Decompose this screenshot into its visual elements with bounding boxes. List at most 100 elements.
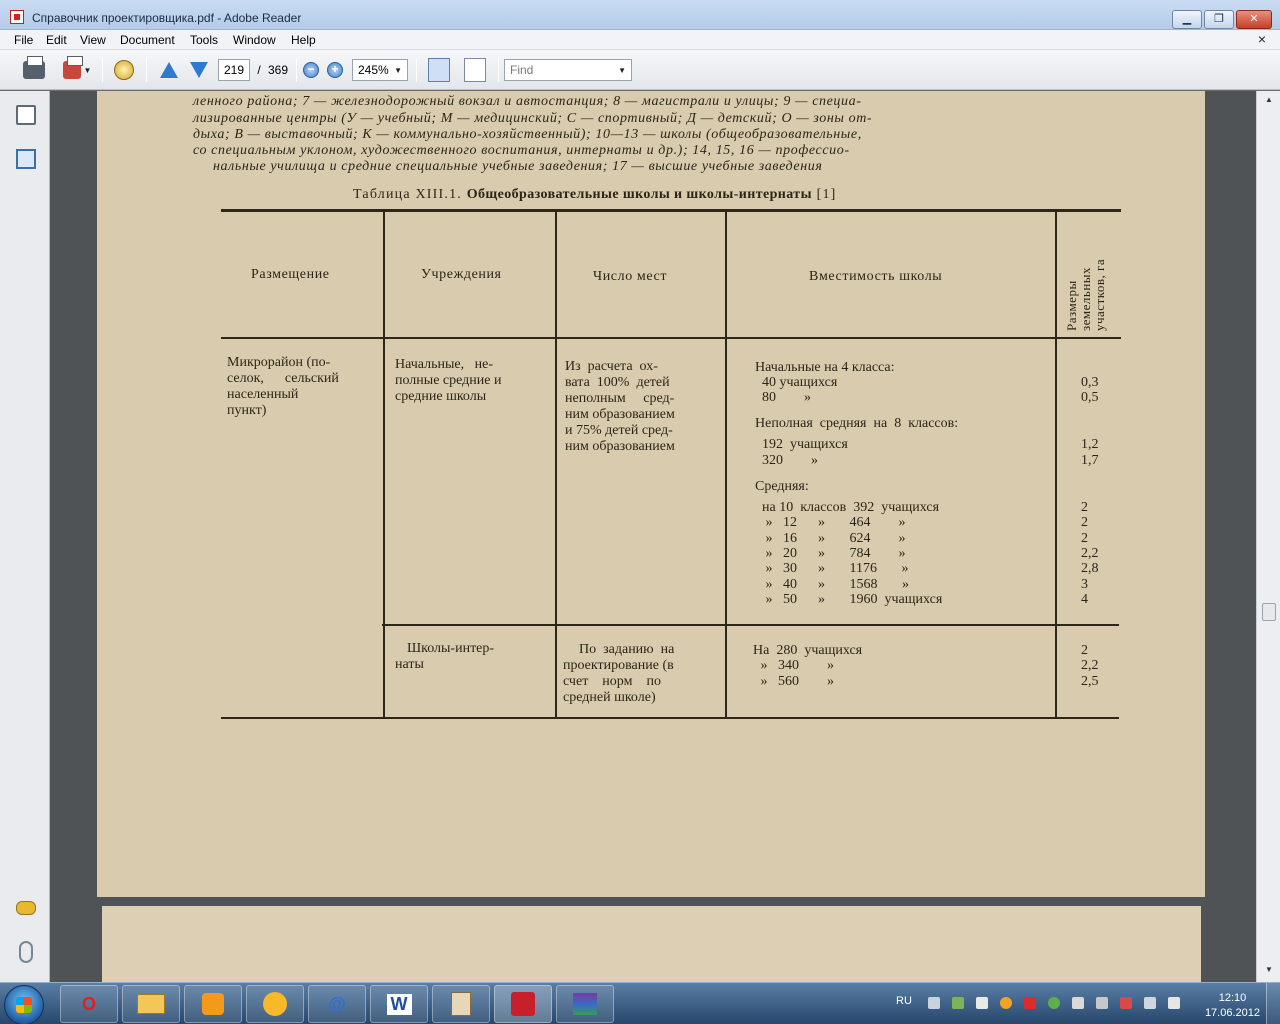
find-input[interactable]: Find ▼ [504, 59, 632, 81]
scroll-up-icon[interactable]: ▲ [1261, 93, 1277, 107]
capacity-line: на 10 классов 392 учащихся [755, 500, 940, 515]
capacity-line: » 12 » 464 » [755, 515, 906, 530]
page-number-input[interactable]: 219 [218, 59, 250, 81]
menu-edit[interactable]: Edit [46, 33, 67, 47]
placement-line: пункт) [227, 403, 267, 418]
taskbar-adobe-reader[interactable] [494, 985, 552, 1023]
scroll-down-icon[interactable]: ▼ [1261, 963, 1277, 977]
comments-icon[interactable] [16, 901, 36, 915]
attachments-icon[interactable] [19, 941, 33, 963]
toolbar-separator [498, 58, 499, 82]
previous-page-button[interactable] [156, 57, 182, 83]
taskbar-word[interactable]: W [370, 985, 428, 1023]
table-column-line [1055, 211, 1057, 718]
volume-icon[interactable] [1168, 997, 1180, 1009]
tray-icon[interactable] [1024, 997, 1036, 1009]
menu-document[interactable]: Document [120, 33, 175, 47]
menu-bar: File Edit View Document Tools Window Hel… [0, 30, 1280, 50]
pdf-page: ленного района; 7 — железнодорожный вокз… [97, 91, 1205, 897]
archive-icon [573, 993, 597, 1015]
header-placement: Размещение [251, 267, 330, 282]
table-reference: [1] [816, 187, 837, 202]
minimize-button[interactable]: ▁ [1172, 10, 1202, 29]
taskbar-icq[interactable] [246, 985, 304, 1023]
taskbar-game[interactable] [432, 985, 490, 1023]
scrolling-mode-button[interactable] [424, 57, 454, 83]
maximize-button[interactable]: ❐ [1204, 10, 1234, 29]
places-line: проектирование (в [563, 658, 674, 673]
menu-file[interactable]: File [14, 33, 33, 47]
header-places: Число мест [593, 269, 668, 284]
start-button[interactable] [4, 985, 44, 1024]
document-close-icon[interactable]: × [1258, 31, 1266, 47]
close-button[interactable]: ✕ [1236, 10, 1272, 29]
taskbar-opera[interactable]: O [60, 985, 118, 1023]
pages-icon[interactable] [16, 105, 36, 125]
area-value: 1,2 [1081, 437, 1099, 452]
navigation-panel [0, 91, 50, 982]
clock[interactable]: 12:10 17.06.2012 [1205, 991, 1260, 1021]
menu-help[interactable]: Help [291, 33, 316, 47]
capacity-line: » 20 » 784 » [755, 546, 906, 561]
scroll-thumb[interactable] [1262, 603, 1276, 621]
zoom-select[interactable]: 245% ▼ [352, 59, 408, 81]
zoom-out-icon: − [303, 62, 319, 78]
area-value: 0,5 [1081, 390, 1099, 405]
caption-line: дыха; В — выставочный; К — коммунально-х… [193, 127, 862, 142]
places-line: Из расчета ох- [565, 359, 658, 374]
caption-line: ленного района; 7 — железнодорожный вокз… [193, 94, 862, 109]
menu-tools[interactable]: Tools [190, 33, 218, 47]
table-column-line [555, 211, 557, 718]
places-line: средней школе) [563, 690, 656, 705]
document-view[interactable]: ленного района; 7 — железнодорожный вокз… [50, 91, 1256, 982]
language-indicator[interactable]: RU [896, 995, 912, 1007]
zoom-out-button[interactable]: − [302, 57, 320, 83]
next-page-button[interactable] [186, 57, 212, 83]
area-value: 0,3 [1081, 375, 1099, 390]
institution-line: наты [395, 657, 424, 672]
capacity-line: » 50 » 1960 учащихся [755, 592, 943, 607]
taskbar-mail[interactable]: @ [308, 985, 366, 1023]
caption-line: со специальным уклоном, художественного … [193, 143, 850, 158]
flag-icon[interactable] [1144, 997, 1156, 1009]
fit-page-button[interactable] [460, 57, 490, 83]
places-line: ним образованием [565, 439, 675, 454]
institution-line: средние школы [395, 389, 487, 404]
tray-icon[interactable] [928, 997, 940, 1009]
table-column-line [725, 211, 727, 718]
acrobat-tools-icon [62, 56, 83, 79]
tray-icon[interactable] [952, 997, 964, 1009]
printer-icon [23, 56, 45, 79]
taskbar-media-player[interactable] [184, 985, 242, 1023]
create-pdf-button[interactable]: ▼ [58, 56, 96, 83]
tray-icon[interactable] [976, 997, 988, 1009]
bookmarks-icon[interactable] [16, 149, 36, 169]
print-button[interactable] [20, 56, 48, 83]
taskbar-explorer[interactable] [122, 985, 180, 1023]
tray-icon[interactable] [1072, 997, 1084, 1009]
tray-icon[interactable] [1096, 997, 1108, 1009]
table-top-border [221, 209, 1121, 212]
placement-line: населенный [227, 387, 299, 402]
collaborate-button[interactable] [110, 57, 138, 83]
capacity-line: На 280 учащихся [753, 643, 863, 658]
capacity-line: » 16 » 624 » [755, 531, 906, 546]
menu-view[interactable]: View [80, 33, 106, 47]
folder-icon [137, 994, 165, 1014]
network-icon[interactable] [1120, 997, 1132, 1009]
capacity-line: 192 учащихся [755, 437, 848, 452]
header-institutions: Учреждения [421, 267, 502, 282]
menu-window[interactable]: Window [233, 33, 276, 47]
toolbar-separator [416, 58, 417, 82]
arrow-down-icon [190, 62, 208, 78]
zoom-in-button[interactable]: + [326, 57, 344, 83]
places-line: По заданию на [579, 642, 675, 657]
taskbar-winrar[interactable] [556, 985, 614, 1023]
tray-icon[interactable] [1000, 997, 1012, 1009]
tray-icon[interactable] [1048, 997, 1060, 1009]
placement-line: селок, сельский [227, 371, 339, 386]
placement-line: Микрорайон (по- [227, 355, 331, 370]
show-desktop-button[interactable] [1266, 983, 1280, 1024]
adobe-reader-icon [511, 992, 535, 1016]
vertical-scrollbar[interactable]: ▲ ▼ [1256, 91, 1280, 982]
